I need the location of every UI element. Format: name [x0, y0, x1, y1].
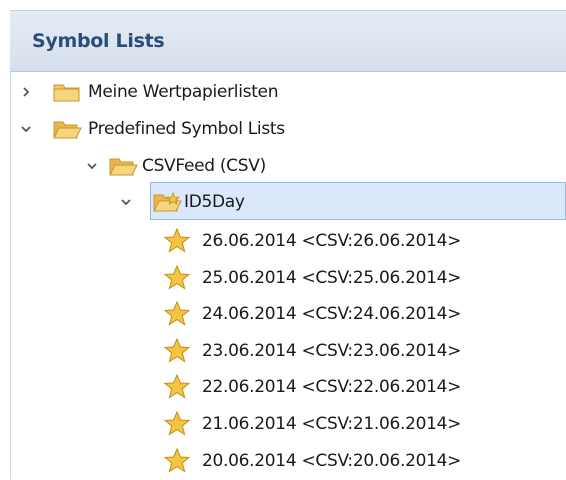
chevron-down-icon[interactable] [84, 158, 100, 174]
star-icon [162, 337, 192, 363]
tree-item-label: 23.06.2014 <CSV:23.06.2014> [202, 340, 462, 361]
star-icon [162, 300, 192, 326]
tree-node-label: CSVFeed (CSV) [142, 156, 266, 176]
tree-item-label: 21.06.2014 <CSV:21.06.2014> [202, 414, 462, 434]
tree-item-label: 25.06.2014 <CSV:25.06.2014> [202, 267, 462, 288]
tree-item-label: 24.06.2014 <CSV:24.06.2014> [202, 304, 462, 325]
folder-open-icon [52, 117, 82, 141]
star-icon [162, 264, 192, 290]
tree-node-label: Predefined Symbol Lists [88, 119, 285, 139]
tree-node-meine-wertpapierlisten[interactable]: Meine Wertpapierlisten [18, 73, 566, 111]
tree-node-id5day[interactable]: ID5Day [118, 183, 566, 221]
panel-header: Symbol Lists [10, 10, 566, 72]
tree-item-label: 22.06.2014 <CSV:22.06.2014> [202, 377, 462, 398]
tree-item-symbol-list[interactable]: 22.06.2014 <CSV:22.06.2014> [156, 368, 566, 406]
chevron-down-icon[interactable] [118, 194, 134, 210]
folder-open-icon [108, 154, 138, 178]
tree-item-symbol-list[interactable]: 21.06.2014 <CSV:21.06.2014> [156, 405, 566, 443]
tree-item-symbol-list[interactable]: 25.06.2014 <CSV:25.06.2014> [156, 259, 566, 297]
star-icon [162, 410, 192, 436]
tree-item-label: 26.06.2014 <CSV:26.06.2014> [202, 231, 462, 251]
tree-item-symbol-list[interactable]: 23.06.2014 <CSV:23.06.2014> [156, 332, 566, 370]
tree-item-label: 20.06.2014 <CSV:20.06.2014> [202, 450, 462, 471]
chevron-right-icon[interactable] [18, 84, 34, 100]
tree-node-label: ID5Day [184, 192, 245, 212]
tree-node-label: Meine Wertpapierlisten [88, 82, 279, 102]
star-icon [162, 447, 192, 473]
tree-item-symbol-list[interactable]: 20.06.2014 <CSV:20.06.2014> [156, 442, 566, 480]
tree-node-csvfeed[interactable]: CSVFeed (CSV) [84, 147, 566, 185]
folder-icon [52, 80, 82, 104]
tree-node-predefined-symbol-lists[interactable]: Predefined Symbol Lists [18, 110, 566, 148]
folder-open-star-icon [152, 190, 182, 214]
star-icon [162, 373, 192, 400]
tree-item-symbol-list[interactable]: 24.06.2014 <CSV:24.06.2014> [156, 295, 566, 333]
chevron-down-icon[interactable] [18, 121, 34, 137]
symbol-lists-panel: Symbol Lists Meine Wertpapierlisten Pred… [0, 0, 566, 479]
star-icon [162, 227, 192, 253]
tree-item-symbol-list[interactable]: 26.06.2014 <CSV:26.06.2014> [156, 222, 566, 260]
panel-left-border [10, 72, 11, 479]
panel-title: Symbol Lists [32, 30, 165, 52]
